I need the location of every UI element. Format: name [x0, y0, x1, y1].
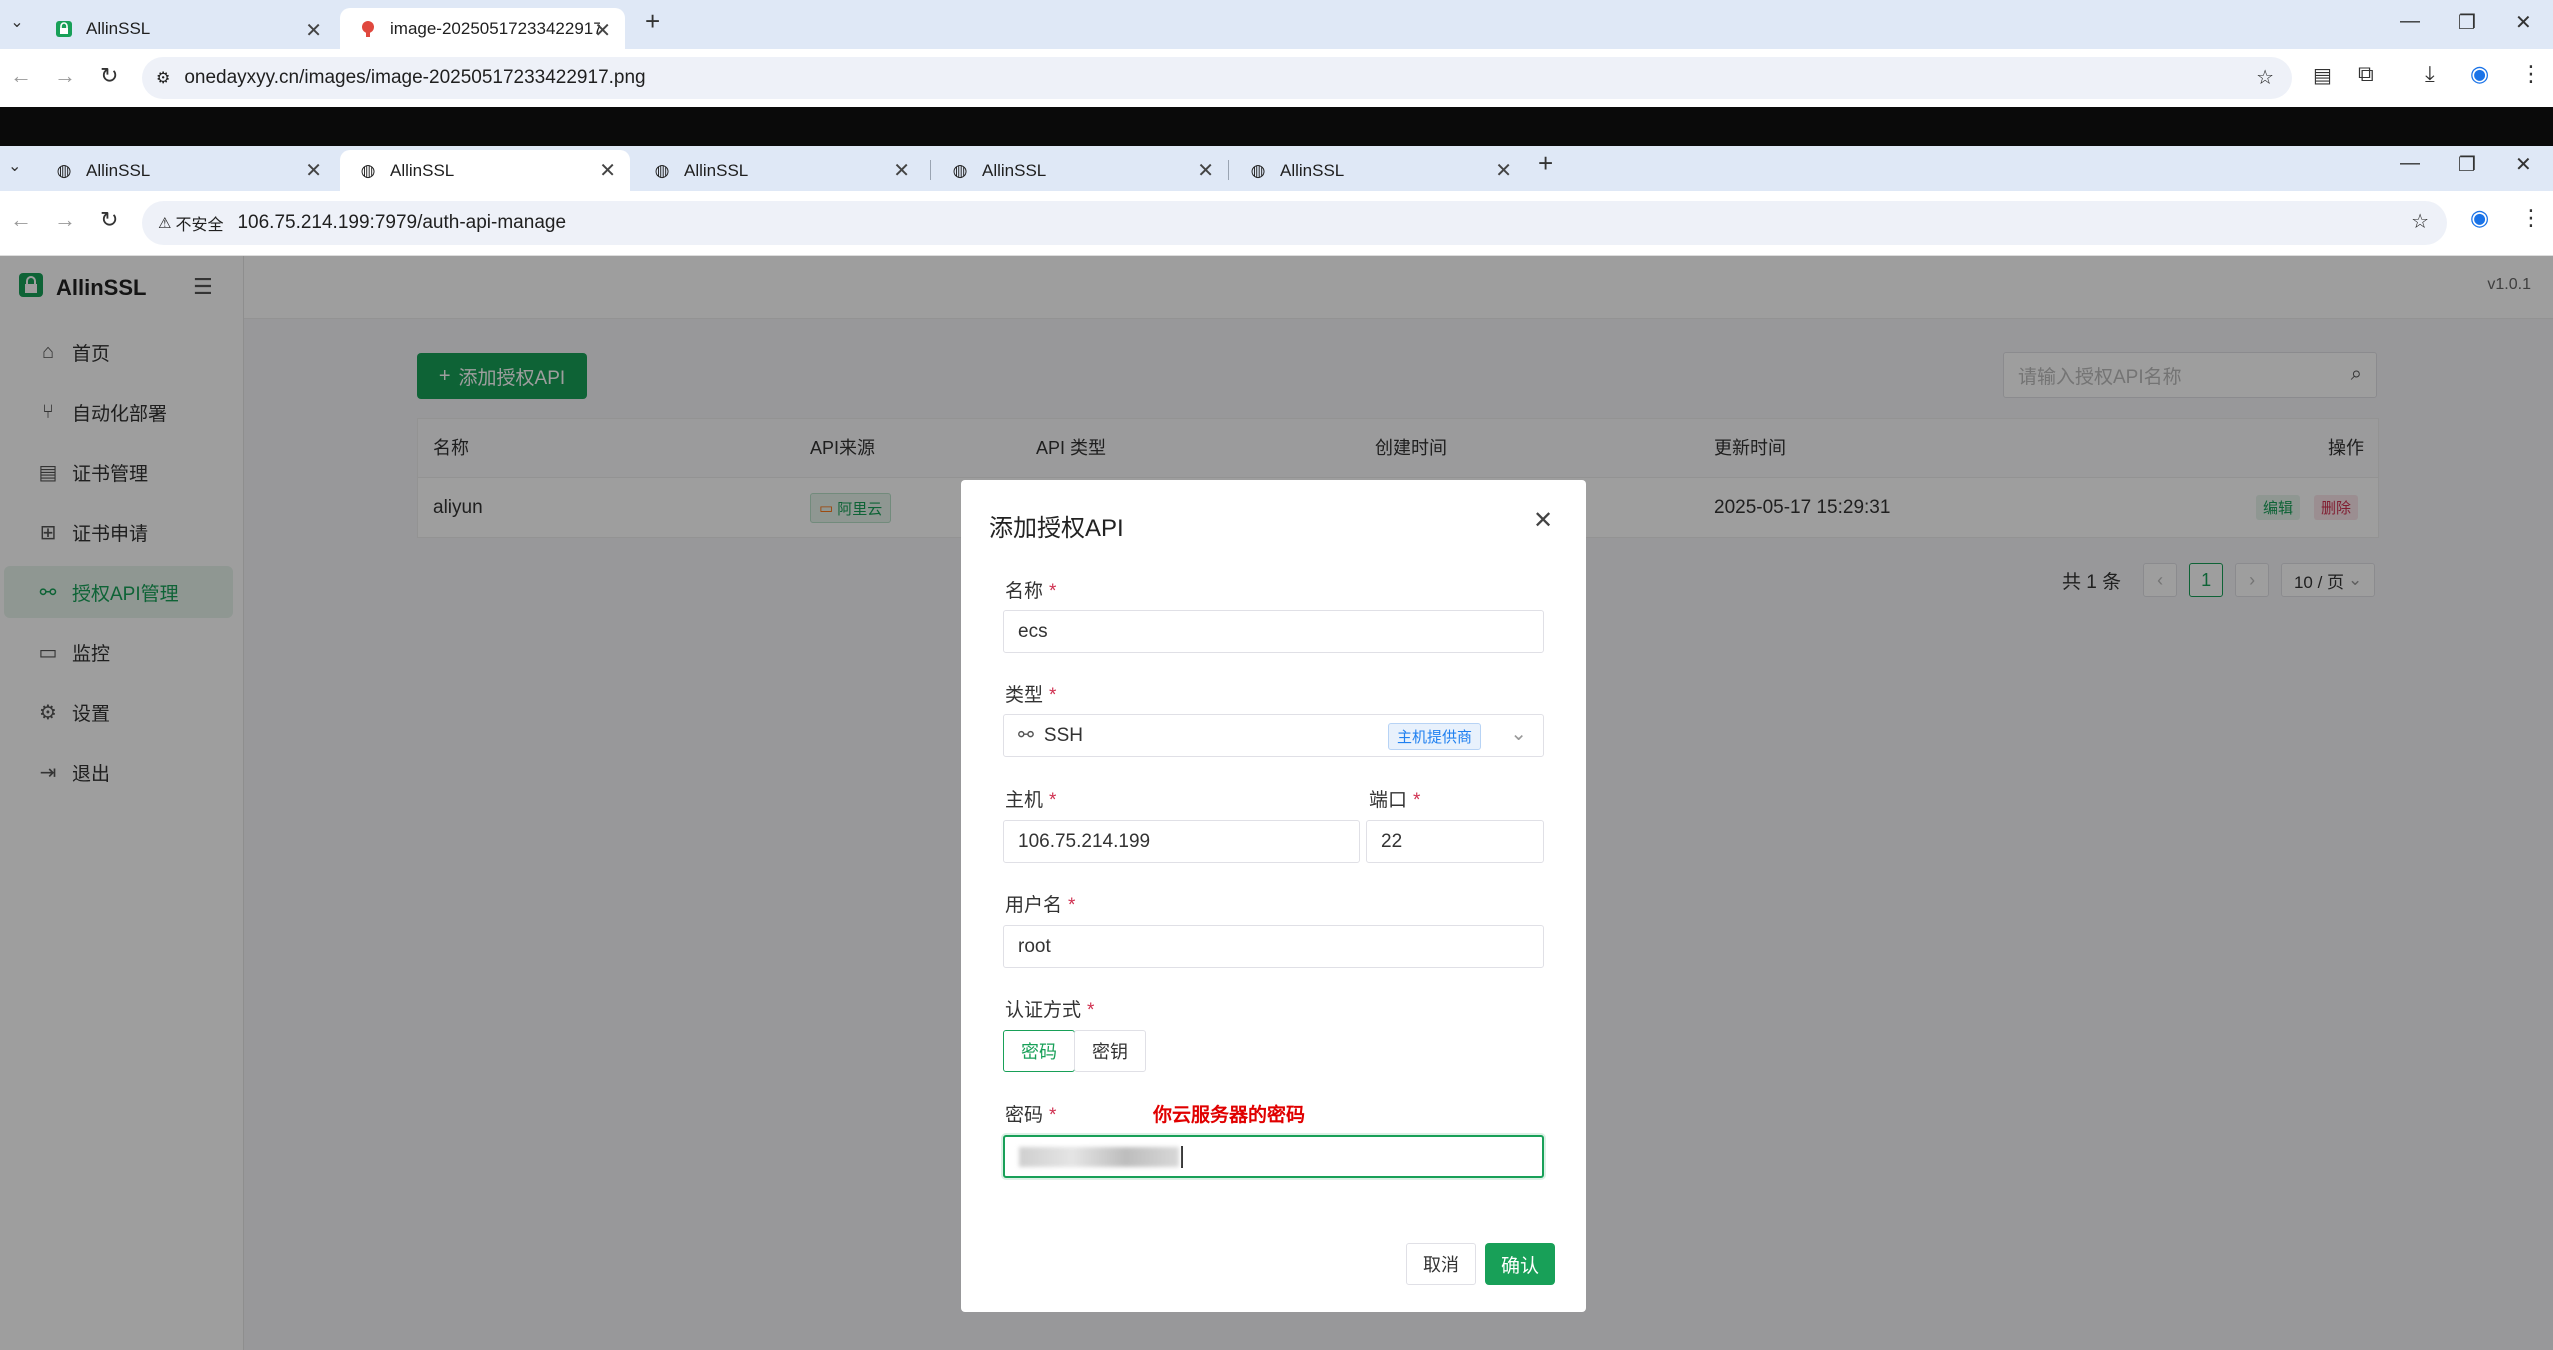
host-input[interactable]: 106.75.214.199	[1003, 820, 1360, 863]
auth-key-option[interactable]: 密钥	[1074, 1030, 1146, 1072]
close-icon[interactable]: ✕	[594, 18, 611, 43]
name-label: 名称 *	[1005, 581, 1057, 602]
allinssl-favicon-icon	[54, 19, 74, 39]
password-annotation: 你云服务器的密码	[1153, 1105, 1306, 1126]
close-icon[interactable]: ✕	[893, 158, 910, 183]
password-blur	[1019, 1146, 1179, 1167]
inner-url: 106.75.214.199:7979/auth-api-manage	[237, 212, 567, 233]
confirm-button[interactable]: 确认	[1485, 1243, 1555, 1285]
reading-list-icon[interactable]: ▤	[2313, 63, 2332, 88]
globe-icon: ◍	[654, 160, 670, 180]
text-cursor	[1181, 1145, 1183, 1168]
back-icon[interactable]: ←	[10, 207, 32, 233]
reload-icon[interactable]: ↻	[100, 63, 118, 89]
name-value: ecs	[1018, 620, 1048, 642]
back-icon[interactable]: ←	[10, 63, 32, 89]
close-icon[interactable]: ✕	[305, 158, 322, 183]
insecure-label[interactable]: 不安全	[175, 211, 223, 235]
forward-icon[interactable]: →	[54, 207, 76, 233]
port-input[interactable]: 22	[1366, 820, 1544, 863]
inner-tab[interactable]: ◍ AllinSSL ✕	[36, 150, 336, 191]
close-icon[interactable]: ✕	[305, 18, 322, 43]
screenshot-border	[0, 107, 2553, 146]
inner-tab[interactable]: ◍ AllinSSL ✕	[1230, 150, 1526, 191]
globe-icon: ◍	[56, 160, 72, 180]
outer-tab-title: AllinSSL	[86, 18, 151, 38]
inner-address-bar[interactable]: ⚠ 不安全 106.75.214.199:7979/auth-api-manag…	[142, 201, 2447, 245]
name-input[interactable]: ecs	[1003, 610, 1544, 653]
minimize-icon[interactable]: —	[2400, 10, 2420, 33]
bookmark-star-icon[interactable]: ☆	[2411, 209, 2429, 234]
profile-icon[interactable]: ◉	[2470, 205, 2489, 231]
window-close-icon[interactable]: ✕	[2515, 10, 2532, 35]
reload-icon[interactable]: ↻	[100, 207, 118, 233]
close-icon[interactable]: ✕	[1197, 158, 1214, 183]
username-value: root	[1018, 935, 1051, 957]
profile-icon[interactable]: ◉	[2470, 61, 2489, 87]
inner-tab[interactable]: ◍ AllinSSL ✕	[932, 150, 1228, 191]
modal-close-icon[interactable]: ✕	[1533, 506, 1553, 535]
download-icon[interactable]: ⤓	[2425, 61, 2435, 87]
port-label: 端口 *	[1369, 790, 1421, 811]
cancel-button[interactable]: 取消	[1406, 1243, 1476, 1285]
outer-address-bar[interactable]: ⚙ onedayxyy.cn/images/image-202505172334…	[142, 57, 2292, 99]
host-label: 主机 *	[1005, 790, 1057, 811]
password-input[interactable]	[1003, 1135, 1544, 1178]
site-settings-icon[interactable]: ⚙	[156, 68, 170, 88]
globe-icon: ◍	[952, 160, 968, 180]
restore-icon[interactable]: ❐	[2458, 10, 2476, 35]
username-label: 用户名 *	[1005, 895, 1076, 916]
menu-dots-icon[interactable]: ⋮	[2520, 205, 2542, 231]
auth-password-option[interactable]: 密码	[1003, 1030, 1075, 1072]
tab-separator	[1228, 160, 1229, 180]
new-tab-icon[interactable]: +	[645, 6, 660, 37]
warning-icon: ⚠	[158, 215, 172, 232]
outer-tab-title: image-20250517233422917.p	[390, 18, 600, 38]
tab-search-button[interactable]: ⌄	[6, 12, 28, 34]
inner-tab-title: AllinSSL	[982, 160, 1047, 180]
outer-toolbar: ← → ↻ ⚙ onedayxyy.cn/images/image-202505…	[0, 49, 2553, 109]
type-label: 类型 *	[1005, 685, 1057, 706]
image-favicon-icon	[358, 19, 378, 39]
add-auth-api-modal: 添加授权API ✕ 名称 * ecs 类型 * ⚯ SSH 主机提供商 ⌄ 主机 * …	[961, 480, 1586, 1312]
globe-icon: ◍	[1250, 160, 1266, 180]
type-select[interactable]: ⚯ SSH 主机提供商 ⌄	[1003, 714, 1544, 757]
inner-tab-active[interactable]: ◍ AllinSSL ✕	[340, 150, 630, 191]
inner-tab-title: AllinSSL	[684, 160, 749, 180]
outer-tab-image[interactable]: image-20250517233422917.p ✕	[340, 8, 625, 49]
host-value: 106.75.214.199	[1018, 830, 1151, 852]
bookmark-star-icon[interactable]: ☆	[2256, 65, 2274, 90]
inner-tab-title: AllinSSL	[390, 160, 455, 180]
globe-icon: ◍	[360, 160, 376, 180]
inner-tab-title: AllinSSL	[1280, 160, 1345, 180]
inner-tab-bar: ⌄ ◍ AllinSSL ✕ ◍ AllinSSL ✕ ◍ AllinSSL ✕…	[0, 146, 2553, 191]
port-value: 22	[1381, 830, 1403, 852]
modal-title: 添加授权API	[989, 515, 1124, 542]
inner-tab[interactable]: ◍ AllinSSL ✕	[634, 150, 924, 191]
outer-tab-bar: ⌄ AllinSSL ✕ image-20250517233422917.p ✕…	[0, 0, 2553, 49]
link-icon: ⚯	[1018, 725, 1034, 746]
outer-tab-allinssl[interactable]: AllinSSL ✕	[36, 8, 336, 49]
window-close-icon[interactable]: ✕	[2515, 152, 2532, 177]
close-icon[interactable]: ✕	[1495, 158, 1512, 183]
restore-icon[interactable]: ❐	[2458, 152, 2476, 177]
password-label: 密码 *	[1005, 1105, 1057, 1126]
minimize-icon[interactable]: —	[2400, 152, 2420, 175]
type-value: SSH	[1043, 724, 1083, 746]
new-tab-icon[interactable]: +	[1538, 148, 1553, 179]
extensions-icon[interactable]: ⧉	[2358, 61, 2374, 87]
auth-method-label: 认证方式 *	[1005, 1000, 1095, 1021]
type-tag: 主机提供商	[1387, 723, 1481, 750]
menu-dots-icon[interactable]: ⋮	[2520, 61, 2542, 87]
inner-toolbar: ← → ↻ ⚠ 不安全 106.75.214.199:7979/auth-api…	[0, 191, 2553, 256]
forward-icon[interactable]: →	[54, 63, 76, 89]
outer-url: onedayxyy.cn/images/image-20250517233422…	[184, 67, 646, 88]
username-input[interactable]: root	[1003, 925, 1544, 968]
inner-tab-title: AllinSSL	[86, 160, 151, 180]
chevron-down-icon: ⌄	[1510, 723, 1527, 745]
close-icon[interactable]: ✕	[599, 158, 616, 183]
tab-search-button[interactable]: ⌄	[8, 156, 21, 176]
tab-separator	[930, 160, 931, 180]
